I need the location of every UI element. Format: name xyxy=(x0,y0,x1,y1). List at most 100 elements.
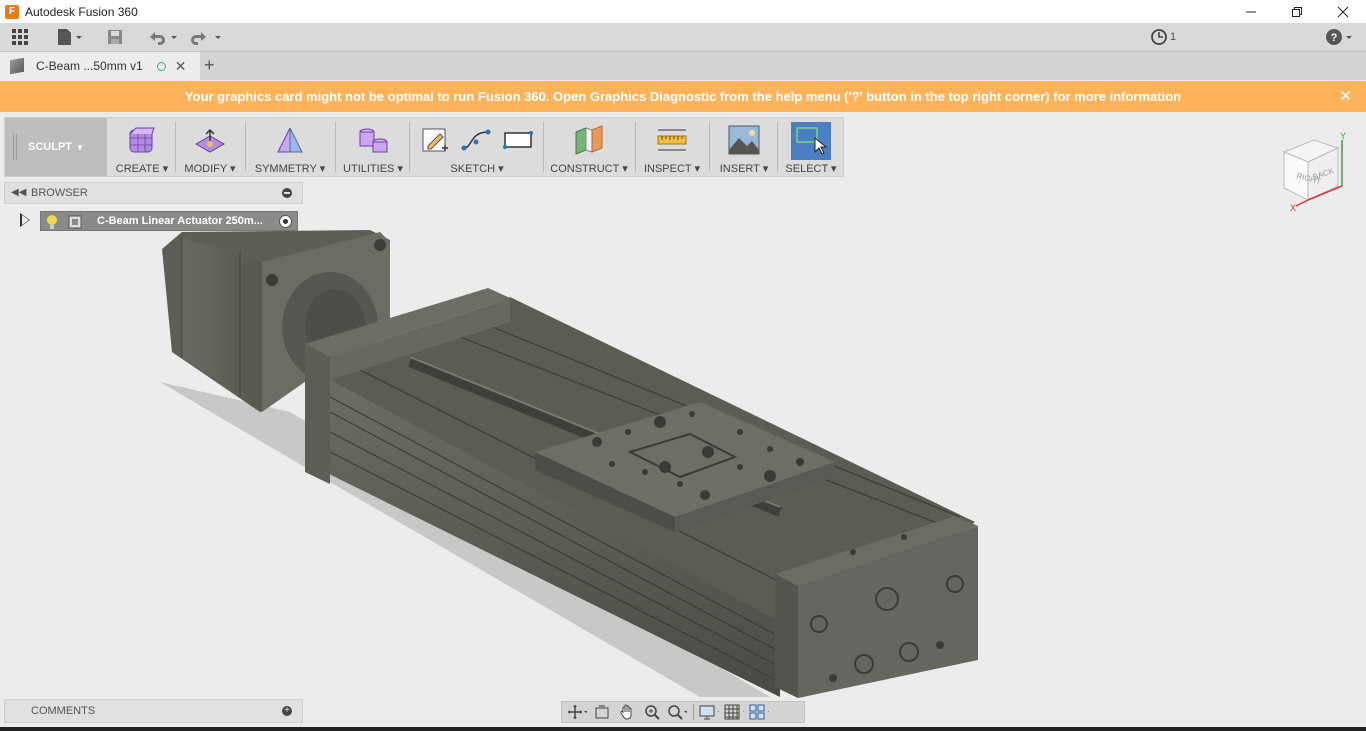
browser-root-node[interactable]: C-Beam Linear Actuator 250m... xyxy=(40,211,298,231)
select-label: SELECT xyxy=(785,163,828,175)
construct-group[interactable]: CONSTRUCT ▾ xyxy=(545,118,633,176)
orbit-icon xyxy=(568,705,587,719)
linear-actuator-model[interactable] xyxy=(160,230,978,698)
orbit-button[interactable] xyxy=(567,704,587,720)
activate-radio-icon[interactable] xyxy=(279,215,292,228)
zoom-button[interactable] xyxy=(642,704,662,720)
restore-button[interactable] xyxy=(1274,0,1320,23)
expand-node-icon[interactable] xyxy=(20,213,30,227)
axis-x-label: X xyxy=(1290,203,1296,213)
close-tab-button[interactable]: ✕ xyxy=(175,58,187,75)
look-at-button[interactable] xyxy=(592,704,612,720)
new-tab-button[interactable]: + xyxy=(204,55,215,76)
utilities-label: UTILITIES xyxy=(343,163,395,175)
svg-text:?: ? xyxy=(1331,32,1338,44)
measure-icon xyxy=(657,129,687,151)
look-at-icon xyxy=(595,705,609,719)
close-window-button[interactable] xyxy=(1320,0,1366,23)
banner-message: Your graphics card might not be optimal … xyxy=(184,89,1182,104)
grid-settings-button[interactable] xyxy=(724,704,744,720)
navigation-bar xyxy=(561,701,805,723)
taskbar-edge xyxy=(0,727,1366,731)
pan-hand-icon xyxy=(620,704,632,720)
insert-image-icon xyxy=(728,125,760,155)
document-name: C-Beam ...50mm v1 xyxy=(36,59,143,73)
viewports-button[interactable] xyxy=(749,704,769,720)
rectangle-icon xyxy=(503,131,533,149)
spline-icon xyxy=(461,129,491,151)
display-icon xyxy=(699,705,719,720)
collapse-panel-icon[interactable]: ◀◀ xyxy=(11,187,26,198)
root-node-label: C-Beam Linear Actuator 250m... xyxy=(97,215,263,227)
minimize-icon xyxy=(1246,11,1256,12)
pan-button[interactable] xyxy=(617,704,637,720)
sketch-group[interactable]: SKETCH ▾ xyxy=(411,118,543,176)
canvas-viewport[interactable] xyxy=(0,112,1366,727)
close-icon xyxy=(1337,6,1349,17)
zoom-icon xyxy=(645,705,660,720)
select-window-icon xyxy=(791,122,831,160)
minimize-button[interactable] xyxy=(1228,0,1274,23)
redo-button[interactable] xyxy=(190,27,222,47)
minimize-panel-icon[interactable] xyxy=(282,188,292,198)
graphics-warning-banner: Your graphics card might not be optimal … xyxy=(0,81,1366,112)
construct-label: CONSTRUCT xyxy=(550,163,620,175)
file-menu-button[interactable] xyxy=(56,27,84,47)
fusion-logo-icon: F xyxy=(5,4,19,19)
create-sketch-icon xyxy=(422,128,448,152)
chevron-down-icon: ▼ xyxy=(76,142,84,152)
viewports-icon xyxy=(749,704,769,720)
visibility-bulb-icon[interactable] xyxy=(45,214,59,230)
utilities-group[interactable]: UTILITIES ▾ xyxy=(337,118,409,176)
insert-label: INSERT xyxy=(719,163,760,175)
modify-group[interactable]: MODIFY ▾ xyxy=(177,118,243,176)
workspace-label: SCULPT xyxy=(28,141,73,153)
create-label: CREATE xyxy=(115,163,160,175)
save-icon xyxy=(108,30,122,44)
workspace-switcher[interactable]: SCULPT ▼ xyxy=(5,118,107,176)
display-settings-button[interactable] xyxy=(699,704,719,720)
zoom-fit-icon xyxy=(668,705,687,720)
create-group[interactable]: CREATE ▾ xyxy=(109,118,175,176)
file-icon xyxy=(58,29,82,45)
data-panel-button[interactable] xyxy=(11,27,29,47)
save-button[interactable] xyxy=(106,27,124,47)
grid-apps-icon xyxy=(12,29,28,45)
grid-icon xyxy=(724,704,744,720)
inspect-group[interactable]: INSPECT ▾ xyxy=(637,118,707,176)
undo-icon xyxy=(150,32,177,45)
browser-panel-header[interactable]: ◀◀ BROWSER xyxy=(4,182,303,204)
edit-form-icon xyxy=(194,128,226,153)
document-tab-bar: C-Beam ...50mm v1 ✕ + xyxy=(0,52,1366,80)
job-count: 1 xyxy=(1170,31,1177,43)
symmetry-icon xyxy=(277,127,303,153)
symmetry-group[interactable]: SYMMETRY ▾ xyxy=(247,118,333,176)
help-button[interactable]: ? xyxy=(1325,27,1355,47)
job-status-button[interactable]: 1 xyxy=(1150,27,1176,47)
sketch-label: SKETCH xyxy=(450,163,496,175)
document-node-icon xyxy=(68,215,82,229)
view-cube[interactable]: RIGHT BACK X Y xyxy=(1278,130,1358,214)
utilities-icon xyxy=(359,128,388,153)
clock-icon xyxy=(1151,29,1167,45)
help-icon: ? xyxy=(1326,29,1352,45)
comments-panel[interactable]: COMMENTS + xyxy=(4,699,303,723)
banner-close-button[interactable]: ✕ xyxy=(1339,87,1352,105)
symmetry-label: SYMMETRY xyxy=(254,163,317,175)
modify-label: MODIFY xyxy=(184,163,227,175)
offset-plane-icon xyxy=(575,125,603,155)
select-group[interactable]: SELECT ▾ xyxy=(779,118,843,176)
fit-button[interactable] xyxy=(667,704,687,720)
sculpt-box-icon xyxy=(129,127,155,153)
component-icon xyxy=(10,57,24,75)
quick-access-toolbar: 1 ? xyxy=(0,23,1366,52)
browser-title: BROWSER xyxy=(31,187,88,199)
undo-button[interactable] xyxy=(146,27,178,47)
document-tab[interactable]: C-Beam ...50mm v1 ✕ xyxy=(0,52,200,80)
restore-icon xyxy=(1292,6,1302,17)
saved-status-icon xyxy=(156,61,166,71)
add-comment-icon[interactable]: + xyxy=(282,706,292,716)
insert-group[interactable]: INSERT ▾ xyxy=(711,118,777,176)
ribbon-toolbar: SCULPT ▼ CREATE ▾ MODIFY ▾ SYMMETRY ▾ UT… xyxy=(4,117,844,177)
window-title: Autodesk Fusion 360 xyxy=(25,4,138,19)
